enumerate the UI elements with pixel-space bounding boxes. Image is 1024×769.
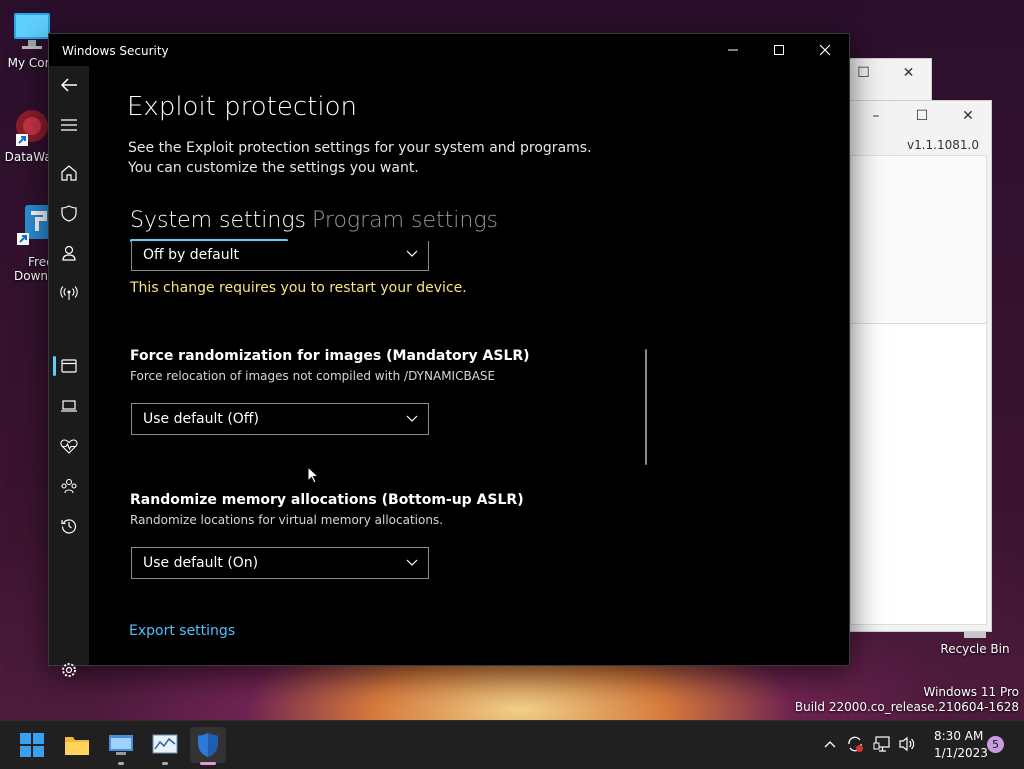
download-manager-icon <box>17 205 51 245</box>
protection-history-icon <box>61 519 77 534</box>
chevron-down-icon <box>406 250 418 257</box>
family-options-icon <box>61 478 77 494</box>
nav-app-browser-control[interactable] <box>49 348 89 384</box>
taskbar-performance-monitor[interactable] <box>147 727 183 765</box>
window-title: Windows Security <box>62 44 169 58</box>
notification-badge[interactable]: 5 <box>987 736 1004 753</box>
windows-security-window: Windows Security Exploit protection See … <box>48 33 850 677</box>
maximize-icon[interactable]: ☐ <box>899 108 945 124</box>
menu-button[interactable] <box>49 107 89 143</box>
nav-virus-protection[interactable] <box>49 195 89 231</box>
nav-home[interactable] <box>49 155 89 191</box>
page-description: See the Exploit protection settings for … <box>128 140 592 176</box>
network-icon[interactable] <box>873 736 891 752</box>
version-label: v1.1.1081.0 <box>907 138 979 152</box>
taskbar: 8:30 AM 1/1/2023 5 <box>0 720 1024 769</box>
datawag-app-icon <box>16 110 48 146</box>
home-icon <box>61 165 77 181</box>
running-indicator <box>162 762 168 765</box>
volume-icon[interactable] <box>898 736 916 752</box>
restart-warning: This change requires you to restart your… <box>130 280 467 296</box>
background-panel <box>850 323 987 625</box>
firewall-network-icon <box>60 286 78 300</box>
mandatory-aslr-title: Force randomization for images (Mandator… <box>130 348 530 364</box>
notification-count: 5 <box>992 738 999 751</box>
windows-edition-watermark: Windows 11 Pro <box>923 685 1019 699</box>
bottom-up-aslr-title: Randomize memory allocations (Bottom-up … <box>130 492 524 508</box>
minimize-icon[interactable]: – <box>853 108 899 124</box>
close-icon <box>819 44 831 56</box>
minimize-icon <box>728 49 738 51</box>
tab-program-settings[interactable]: Program settings <box>312 208 498 233</box>
dropdown-value: Off by default <box>143 247 239 263</box>
nav-firewall[interactable] <box>49 275 89 311</box>
back-button[interactable] <box>49 67 89 103</box>
device-health-icon <box>60 439 78 454</box>
dropdown-value: Use default (On) <box>143 555 259 571</box>
nav-protection-history[interactable] <box>49 508 89 544</box>
start-button[interactable] <box>14 727 50 763</box>
account-icon <box>62 245 76 261</box>
nav-device-health[interactable] <box>49 428 89 464</box>
mouse-cursor-icon <box>307 466 319 484</box>
shield-icon <box>61 204 77 222</box>
taskbar-windows-security[interactable] <box>190 727 226 765</box>
bottom-up-aslr-dropdown[interactable]: Use default (On) <box>131 547 429 579</box>
close-icon[interactable]: ✕ <box>886 65 931 81</box>
close-icon[interactable]: ✕ <box>945 108 991 124</box>
desktop-icon-label: Downl <box>14 269 52 283</box>
nav-device-security[interactable] <box>49 388 89 424</box>
minimize-button[interactable] <box>710 34 756 66</box>
background-window-2[interactable]: – ☐ ✕ v1.1.1081.0 <box>845 100 992 632</box>
desktop-icon-label: Recycle Bin <box>940 642 1010 656</box>
taskbar-remote-desktop[interactable] <box>103 727 139 765</box>
mandatory-aslr-description: Force relocation of images not compiled … <box>130 369 496 383</box>
page-title: Exploit protection <box>127 92 357 122</box>
clock-time[interactable]: 8:30 AM <box>934 729 983 743</box>
navigation-rail <box>49 66 89 677</box>
back-arrow-icon <box>60 78 77 92</box>
app-browser-control-icon <box>61 359 77 373</box>
taskbar-file-explorer[interactable] <box>59 727 95 763</box>
hamburger-menu-icon <box>61 119 77 131</box>
bottom-up-aslr-description: Randomize locations for virtual memory a… <box>130 513 444 527</box>
chevron-up-icon[interactable] <box>824 740 836 748</box>
windows-logo-icon <box>20 733 44 757</box>
computer-window-icon <box>109 735 133 755</box>
tab-system-settings[interactable]: System settings <box>130 208 306 233</box>
nav-family-options[interactable] <box>49 468 89 504</box>
clock-date[interactable]: 1/1/2023 <box>934 746 988 760</box>
chevron-down-icon <box>406 415 418 422</box>
dropdown-value: Use default (Off) <box>143 411 259 427</box>
folder-icon <box>65 737 89 755</box>
content-area: Exploit protection See the Exploit prote… <box>89 66 849 665</box>
device-security-icon <box>61 400 77 412</box>
running-indicator <box>118 762 124 765</box>
scrollbar-thumb[interactable] <box>645 349 647 465</box>
close-button[interactable] <box>802 34 848 66</box>
mandatory-aslr-dropdown[interactable]: Use default (Off) <box>131 403 429 435</box>
maximize-icon <box>774 45 784 55</box>
chart-app-icon <box>152 734 178 754</box>
sync-error-icon[interactable] <box>846 735 864 753</box>
active-indicator <box>200 762 216 765</box>
windows-build-watermark: Build 22000.co_release.210604-1628 <box>794 700 1019 714</box>
title-bar[interactable]: Windows Security <box>49 34 849 66</box>
settings-gear-icon <box>62 663 76 677</box>
maximize-button[interactable] <box>756 34 802 66</box>
chevron-down-icon <box>406 559 418 566</box>
background-panel <box>850 155 987 325</box>
export-settings-link[interactable]: Export settings <box>129 623 235 639</box>
shield-icon <box>198 733 218 757</box>
nav-account-protection[interactable] <box>49 235 89 271</box>
setting-dropdown-top[interactable]: Off by default <box>131 241 429 271</box>
nav-settings[interactable] <box>49 652 89 688</box>
